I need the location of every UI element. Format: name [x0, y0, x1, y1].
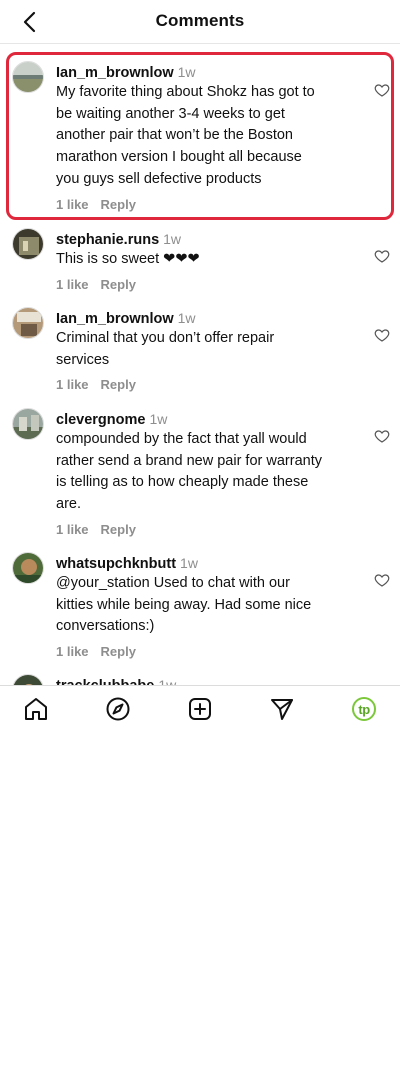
- comment-list[interactable]: Ian_m_brownlow 1w My favorite thing about…: [0, 44, 400, 686]
- comment-text: My favorite thing about Shokz has got to…: [56, 82, 341, 191]
- comment-line: My favorite thing about Shokz has got to: [56, 84, 315, 100]
- reply-button[interactable]: Reply: [101, 522, 136, 537]
- avatar[interactable]: [12, 228, 44, 260]
- username[interactable]: Ian_m_brownlow: [56, 65, 174, 81]
- heart-icon[interactable]: [374, 248, 390, 264]
- home-icon: [25, 698, 47, 720]
- bottom-nav: tp: [0, 685, 400, 731]
- like-count[interactable]: 1 like: [56, 377, 89, 392]
- comment-line: rather send a brand new pair for warrant…: [56, 452, 322, 469]
- comment-line: is telling as to how cheaply made these: [56, 474, 309, 491]
- comment-text: @your_station Used to chat with our kitt…: [56, 573, 341, 638]
- username[interactable]: whatsupchknbutt: [56, 556, 176, 572]
- reply-button[interactable]: Reply: [101, 277, 136, 292]
- comment-line: @your_station Used to chat with our: [56, 575, 290, 591]
- comment-line: another pair that won’t be the Boston: [56, 127, 293, 144]
- username[interactable]: clevergnome: [56, 412, 145, 428]
- header: Comments: [0, 0, 400, 44]
- comment-item: Ian_m_brownlow 1w Criminal that you don’t…: [0, 305, 400, 405]
- explore-compass-icon: [106, 697, 130, 721]
- comment-item: clevergnome 1w compounded by the fact tha…: [0, 406, 400, 550]
- direct-message-icon: [271, 699, 293, 720]
- avatar[interactable]: [12, 408, 44, 440]
- comment-actions: 1 like Reply: [56, 522, 341, 537]
- comment-meta: clevergnome 1w: [56, 410, 341, 429]
- heart-icon[interactable]: [374, 82, 390, 98]
- comment-text: This is so sweet ❤❤❤: [56, 249, 341, 271]
- username[interactable]: Ian_m_brownlow: [56, 311, 174, 327]
- nav-explore[interactable]: [103, 694, 133, 724]
- comment-item: whatsupchknbutt 1w @your_station Used to …: [0, 550, 400, 672]
- nav-profile[interactable]: tp: [349, 694, 379, 724]
- username[interactable]: stephanie.runs: [56, 232, 159, 248]
- timestamp: 1w: [163, 231, 182, 247]
- comment-line: kitties while being away. Had some nice: [56, 596, 312, 613]
- nav-home[interactable]: [21, 694, 51, 724]
- comment-item: Ian_m_brownlow 1w My favorite thing about…: [0, 44, 400, 224]
- nav-create[interactable]: [185, 694, 215, 724]
- timestamp: 1w: [149, 411, 168, 427]
- timestamp: 1w: [180, 555, 198, 571]
- avatar[interactable]: [12, 307, 44, 339]
- comment-line: services: [56, 351, 110, 368]
- comment-line: compounded by the fact that yall would: [56, 431, 307, 447]
- comment-line: This is so sweet ❤❤❤: [56, 251, 200, 267]
- like-count[interactable]: 1 like: [56, 277, 89, 292]
- reply-button[interactable]: Reply: [101, 377, 136, 392]
- page-title: Comments: [155, 11, 245, 30]
- comment-line: marathon version I bought all because: [56, 149, 302, 166]
- comment-actions: 1 like Reply: [56, 644, 341, 659]
- profile-tp-icon: tp: [352, 697, 376, 721]
- comment-actions: 1 like Reply: [56, 197, 341, 212]
- comment-text: Criminal that you don’t offer repair ser…: [56, 328, 341, 371]
- comment-actions: 1 like Reply: [56, 277, 341, 292]
- comment-line: be waiting another 3-4 weeks to get: [56, 105, 285, 122]
- comment-line: you guys sell defective products: [56, 170, 262, 187]
- comment-actions: 1 like Reply: [56, 377, 341, 392]
- comment-meta: stephanie.runs 1w: [56, 230, 341, 249]
- nav-messages[interactable]: [267, 694, 297, 724]
- like-count[interactable]: 1 like: [56, 522, 89, 537]
- timestamp: 1w: [177, 64, 196, 80]
- like-count[interactable]: 1 like: [56, 644, 89, 659]
- reply-button[interactable]: Reply: [101, 197, 136, 212]
- comment-line: conversations:): [56, 618, 155, 635]
- like-count[interactable]: 1 like: [56, 197, 89, 212]
- comment-text: compounded by the fact that yall would r…: [56, 429, 341, 516]
- comment-line: are.: [56, 496, 81, 513]
- heart-icon[interactable]: [374, 572, 390, 588]
- comment-line: Criminal that you don’t offer repair: [56, 330, 275, 346]
- comment-meta: Ian_m_brownlow 1w: [56, 309, 341, 328]
- comment-item: stephanie.runs 1w This is so sweet ❤❤❤ 1 …: [0, 226, 400, 306]
- comment-meta: Ian_m_brownlow 1w: [56, 63, 341, 82]
- heart-icon[interactable]: [374, 428, 390, 444]
- reply-button[interactable]: Reply: [101, 644, 136, 659]
- heart-icon[interactable]: [374, 327, 390, 343]
- avatar[interactable]: [12, 552, 44, 584]
- timestamp: 1w: [177, 310, 196, 326]
- create-plus-icon: [189, 698, 211, 720]
- comment-meta: whatsupchknbutt 1w: [56, 554, 341, 573]
- avatar[interactable]: [12, 61, 44, 93]
